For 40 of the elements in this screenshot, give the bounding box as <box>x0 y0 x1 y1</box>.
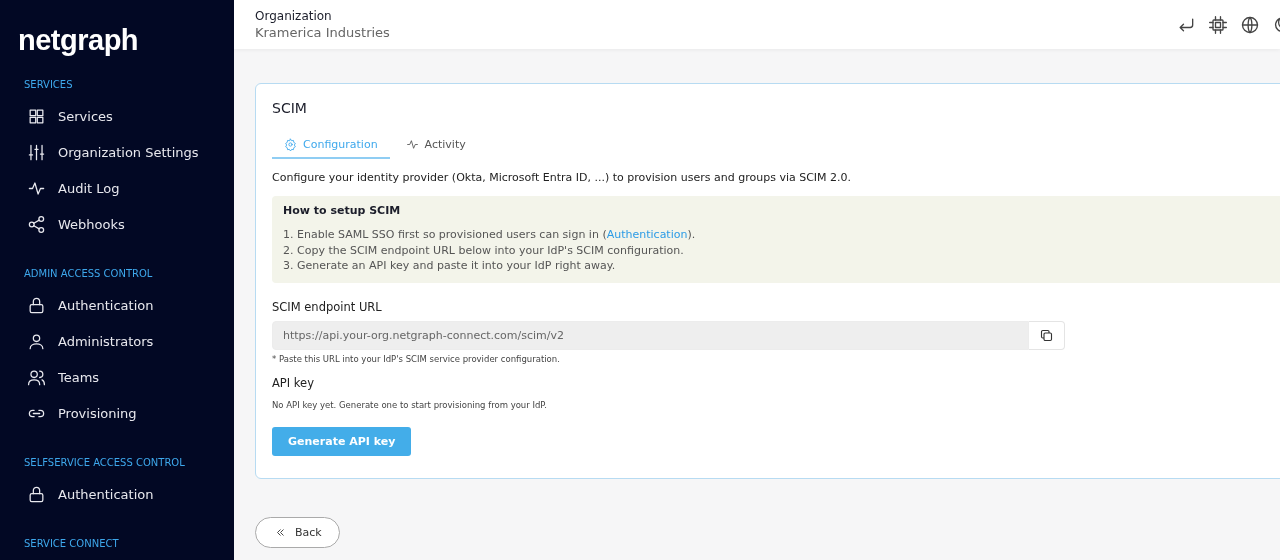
section-heading: SERVICE CONNECT <box>24 538 120 549</box>
card-title: SCIM <box>272 100 308 116</box>
sliders-icon <box>27 142 46 162</box>
double-chevron-icon <box>276 528 285 537</box>
instruction-step: 1. Enable SAML SSO first so provisioned users can sign in (Authentication). <box>283 227 1280 243</box>
field-label: SCIM endpoint URL <box>272 299 383 314</box>
instruction-step: 3. Generate an API key and paste it into your IdP right away. <box>283 258 1280 274</box>
lock-icon <box>27 484 46 504</box>
globe-icon[interactable] <box>1240 14 1260 35</box>
back-button[interactable]: Back <box>255 517 340 548</box>
sidebar-item[interactable]: Authentication <box>0 287 234 323</box>
sidebar-item[interactable]: Organization Settings <box>0 134 234 170</box>
section-heading: ADMIN ACCESS CONTROL <box>24 268 154 279</box>
sidebar-item[interactable]: Provisioning <box>0 395 234 431</box>
copy-icon <box>1039 327 1054 343</box>
sidebar-item[interactable]: Authentication <box>0 476 234 512</box>
pulse-icon <box>405 138 419 151</box>
sidebar-item[interactable]: Services <box>0 98 234 134</box>
tab[interactable]: Activity <box>393 134 478 159</box>
settings-icon <box>284 138 297 151</box>
sidebar-item[interactable]: Audit Log <box>0 170 234 206</box>
organization-label: Organization <box>255 9 333 23</box>
instruction-step: 2. Copy the SCIM endpoint URL below into your IdP's SCIM configuration. <box>283 242 1280 258</box>
logo: netgraph <box>18 24 140 57</box>
chip-icon[interactable] <box>1208 14 1228 35</box>
copy-button[interactable] <box>1029 320 1065 350</box>
field-label: API key <box>272 375 315 390</box>
hint-text: * Paste this URL into your IdP's SCIM service provider configuration. <box>272 353 561 364</box>
section-heading: SERVICES <box>24 79 74 90</box>
sidebar-item[interactable]: Teams <box>0 359 234 395</box>
endpoint-url-field[interactable]: https://api.your-org.netgraph-connect.com/scim/v2 <box>272 320 1029 350</box>
sidebar-item[interactable]: Administrators <box>0 323 234 359</box>
organization-name: Kramerica Industries <box>255 25 390 40</box>
sidebar-item[interactable]: Webhooks <box>0 206 234 242</box>
instructions-title: How to setup SCIM <box>283 204 402 217</box>
description-text: Configure your identity provider (Okta, Microsoft Entra ID, ...) to provision users and groups via SCIM 2.0. <box>272 171 853 184</box>
api-key-note: No API key yet. Generate one to start provisioning from your IdP. <box>272 399 548 410</box>
lock-icon <box>27 295 46 315</box>
section-heading: SELFSERVICE ACCESS CONTROL <box>24 457 186 468</box>
share-icon <box>27 214 46 234</box>
